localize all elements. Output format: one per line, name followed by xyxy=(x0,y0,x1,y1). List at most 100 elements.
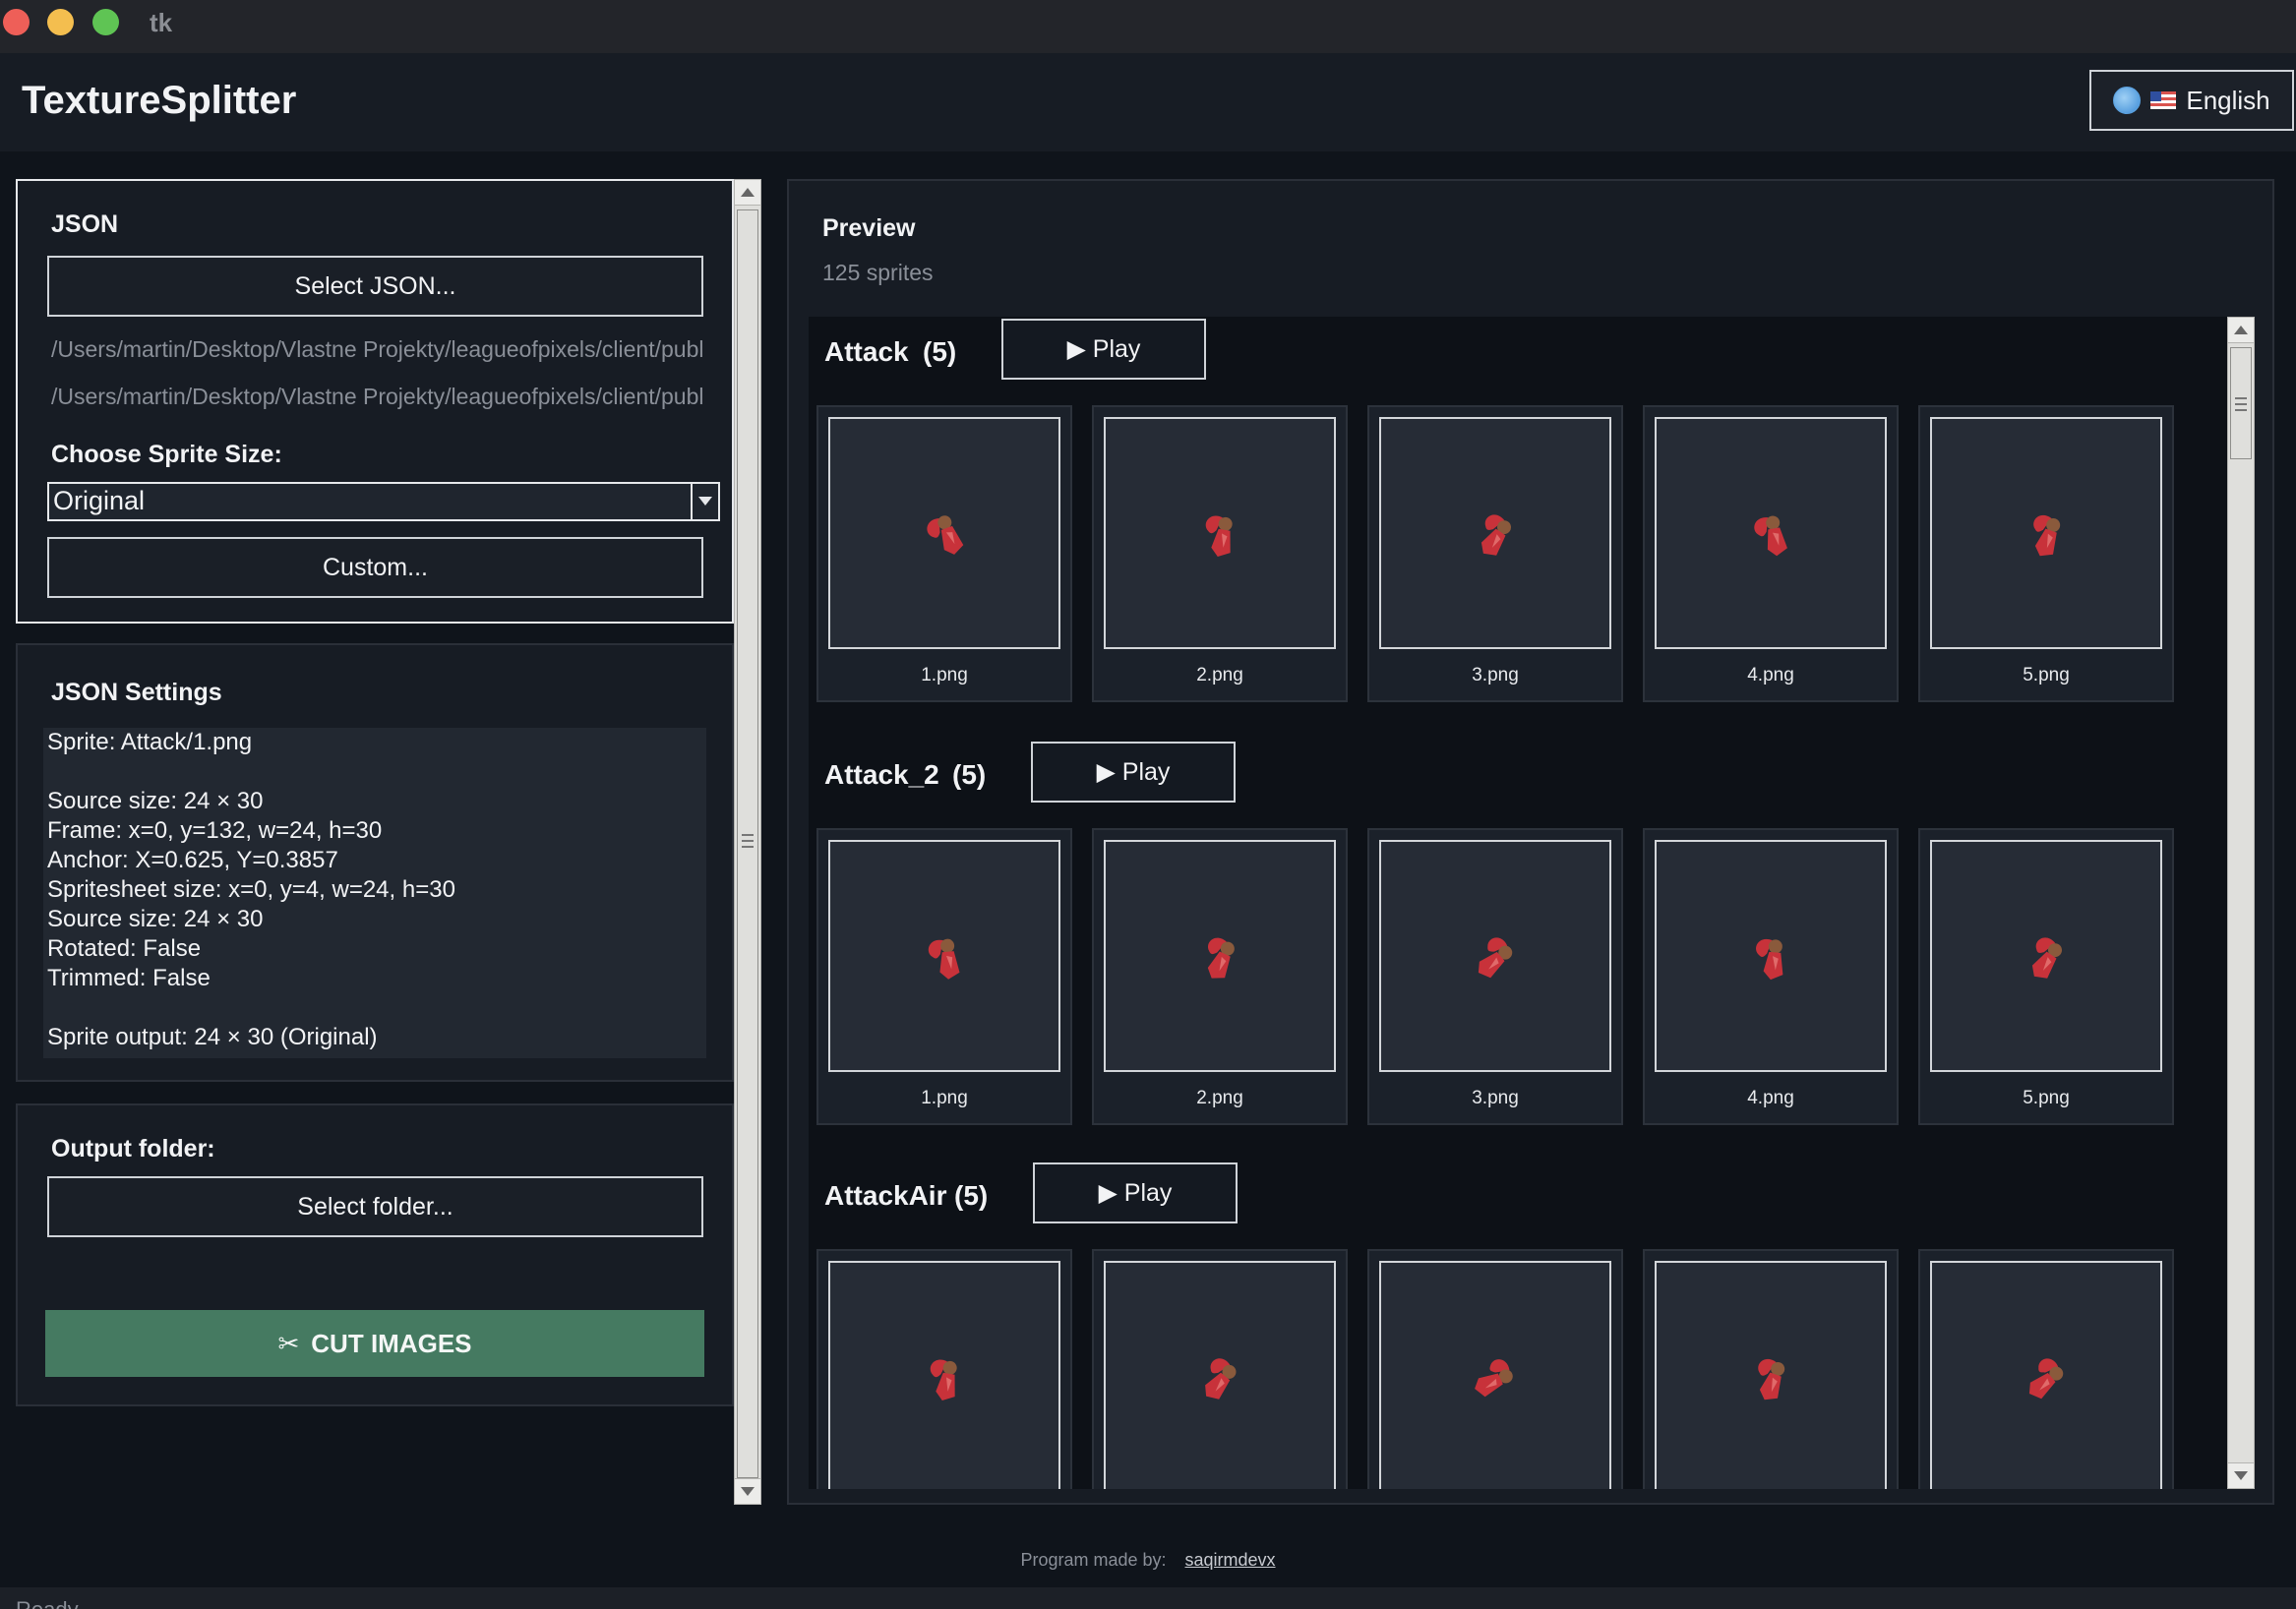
sprite-image xyxy=(928,938,960,980)
sprite-size-value[interactable]: Original xyxy=(47,482,693,521)
status-text: Ready xyxy=(16,1597,79,1609)
close-window-button[interactable] xyxy=(3,9,30,35)
sprite-image xyxy=(1205,1358,1237,1400)
sprite-thumbnail xyxy=(1655,417,1887,649)
sprite-group-count: (5) xyxy=(954,1180,989,1211)
language-button[interactable]: English xyxy=(2089,70,2294,131)
json-section-title: JSON xyxy=(51,210,119,238)
select-json-button[interactable]: Select JSON... xyxy=(47,256,703,317)
sprite-thumbnail xyxy=(828,417,1060,649)
sprite-group-title: AttackAir xyxy=(824,1180,947,1211)
select-folder-button[interactable]: Select folder... xyxy=(47,1176,703,1237)
json-settings-panel: JSON Settings Sprite: Attack/1.png Sourc… xyxy=(16,643,734,1082)
sprite-filename: 3.png xyxy=(1472,665,1519,685)
sprite-image xyxy=(2033,514,2061,557)
sprite-thumbnail xyxy=(1379,1261,1611,1489)
sprite-filename: 5.png xyxy=(2023,665,2070,685)
sprite-image xyxy=(1478,937,1513,979)
sprite-tile[interactable]: 2.png xyxy=(1092,828,1348,1125)
minimize-window-button[interactable] xyxy=(47,9,74,35)
sprite-tile[interactable] xyxy=(1092,1249,1348,1489)
status-bar: Ready xyxy=(0,1587,2296,1609)
sprite-filename: 2.png xyxy=(1196,1088,1243,1108)
json-path-2: /Users/martin/Desktop/Vlastne Projekty/l… xyxy=(51,384,705,409)
sprite-thumbnail xyxy=(1655,1261,1887,1489)
sprite-filename: 3.png xyxy=(1472,1088,1519,1108)
author-link[interactable]: saqirmdevx xyxy=(1185,1550,1276,1570)
sprite-tile[interactable]: 4.png xyxy=(1643,405,1899,702)
left-panel-scrollbar[interactable] xyxy=(734,179,761,1505)
sprite-image xyxy=(1754,515,1787,557)
preview-title: Preview xyxy=(822,214,916,242)
sprite-image xyxy=(1207,937,1235,979)
window-titlebar: tk xyxy=(0,0,2296,53)
cut-images-label: CUT IMAGES xyxy=(311,1328,472,1358)
play-button[interactable]: ▶ Play xyxy=(1001,319,1206,380)
sprite-filename: 4.png xyxy=(1747,665,1794,685)
sprite-tile[interactable] xyxy=(1367,1249,1623,1489)
window-title: tk xyxy=(150,8,173,37)
json-path-1: /Users/martin/Desktop/Vlastne Projekty/l… xyxy=(51,336,705,362)
chevron-down-icon[interactable] xyxy=(693,482,720,521)
sprite-tile[interactable]: 5.png xyxy=(1918,828,2174,1125)
sprite-group-count: (5) xyxy=(923,336,957,367)
json-settings-text: Sprite: Attack/1.png Source size: 24 × 3… xyxy=(43,728,706,1058)
sprite-group-title: Attack_2 xyxy=(824,759,939,790)
play-button[interactable]: ▶ Play xyxy=(1031,742,1236,803)
sprite-tile[interactable]: 1.png xyxy=(816,405,1072,702)
scissors-icon: ✂ xyxy=(277,1328,300,1358)
sprite-thumbnail xyxy=(1655,840,1887,1072)
made-by-label: Program made by: xyxy=(1020,1550,1167,1570)
sprite-size-label: Choose Sprite Size: xyxy=(51,441,282,468)
sprite-tile[interactable] xyxy=(1643,1249,1899,1489)
sprite-thumbnail xyxy=(1930,840,2162,1072)
sprite-group-count: (5) xyxy=(952,759,987,790)
sprite-tile[interactable]: 4.png xyxy=(1643,828,1899,1125)
sprite-tile[interactable]: 5.png xyxy=(1918,405,2174,702)
json-panel: JSON Select JSON... /Users/martin/Deskto… xyxy=(16,179,734,624)
sprite-image xyxy=(1480,514,1512,556)
sprite-image xyxy=(1756,938,1783,981)
scroll-up-arrow-icon[interactable] xyxy=(735,180,760,206)
json-settings-title: JSON Settings xyxy=(51,679,222,706)
sprite-size-select[interactable]: Original xyxy=(47,482,720,521)
sprite-tile[interactable]: 3.png xyxy=(1367,405,1623,702)
custom-size-button[interactable]: Custom... xyxy=(47,537,703,598)
preview-panel: Preview 125 sprites Attack (5) ▶ Play 1.png… xyxy=(787,179,2274,1505)
sprite-tile[interactable]: 1.png xyxy=(816,828,1072,1125)
sprite-tile[interactable]: 2.png xyxy=(1092,405,1348,702)
sprite-tile[interactable] xyxy=(816,1249,1072,1489)
sprite-filename: 1.png xyxy=(921,1088,968,1108)
app-name: TextureSplitter xyxy=(22,79,297,122)
scrollbar-thumb[interactable] xyxy=(737,209,758,1478)
sprite-thumbnail xyxy=(1104,840,1336,1072)
sprite-thumbnail xyxy=(828,1261,1060,1489)
footer: Program made by: saqirmdevx xyxy=(0,1550,2296,1571)
sprite-image xyxy=(1475,1359,1513,1398)
app-header: TextureSplitter English xyxy=(0,53,2296,151)
sprite-thumbnail xyxy=(1930,417,2162,649)
scroll-down-arrow-icon[interactable] xyxy=(2228,1462,2254,1488)
cut-images-button[interactable]: ✂ CUT IMAGES xyxy=(45,1310,704,1377)
sprite-image xyxy=(2031,937,2063,979)
sprite-tile[interactable]: 3.png xyxy=(1367,828,1623,1125)
sprite-image xyxy=(927,515,964,555)
preview-canvas: Attack (5) ▶ Play 1.png 2.png 3.png 4.png 5.png… xyxy=(809,317,2229,1489)
maximize-window-button[interactable] xyxy=(92,9,119,35)
output-panel: Output folder: Select folder... ✂ CUT IM… xyxy=(16,1103,734,1406)
sprite-image xyxy=(930,1359,957,1400)
globe-icon xyxy=(2113,87,2142,114)
output-folder-label: Output folder: xyxy=(51,1135,215,1162)
language-label: English xyxy=(2186,85,2270,115)
scroll-down-arrow-icon[interactable] xyxy=(735,1478,760,1504)
scrollbar-thumb[interactable] xyxy=(2230,347,2252,459)
scroll-up-arrow-icon[interactable] xyxy=(2228,318,2254,343)
sprite-image xyxy=(1205,515,1233,557)
sprite-thumbnail xyxy=(1104,417,1336,649)
play-button[interactable]: ▶ Play xyxy=(1033,1162,1238,1223)
sprite-tile[interactable] xyxy=(1918,1249,2174,1489)
sprite-filename: 5.png xyxy=(2023,1088,2070,1108)
sprite-thumbnail xyxy=(1379,417,1611,649)
preview-scrollbar[interactable] xyxy=(2227,317,2255,1489)
sprite-thumbnail xyxy=(1104,1261,1336,1489)
